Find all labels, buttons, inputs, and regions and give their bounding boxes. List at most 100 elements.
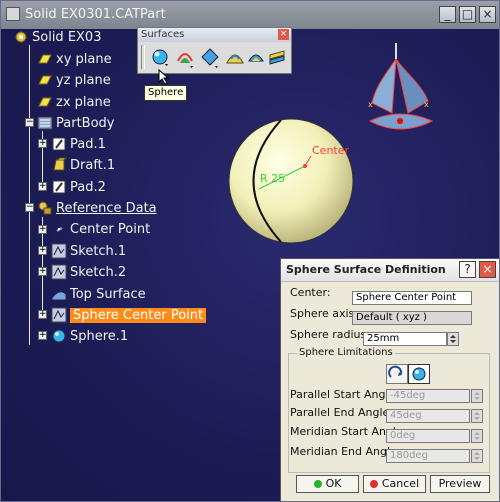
part-document-icon xyxy=(6,7,20,21)
help-button[interactable]: ? xyxy=(459,261,476,278)
window-titlebar[interactable]: Solid EX0301.CATPart _ □ × xyxy=(1,1,499,29)
sphere-radius-field[interactable]: 25mm xyxy=(363,332,447,346)
preview-button[interactable]: Preview xyxy=(430,475,490,493)
expand-toggle[interactable]: + xyxy=(38,182,47,191)
ok-icon xyxy=(313,480,322,488)
tree-item-label: Sketch.1 xyxy=(70,243,127,259)
ok-label: OK xyxy=(325,477,342,490)
surfaces-toolbar[interactable]: Surfaces × xyxy=(137,27,292,74)
toolbar-grip[interactable] xyxy=(141,45,145,69)
divider xyxy=(281,281,499,282)
tree-item-label: xy plane xyxy=(56,51,112,67)
tree-item-label: Pad.2 xyxy=(70,179,106,195)
fill-tool-button[interactable] xyxy=(246,45,266,69)
meridian-end-field[interactable]: 180deg xyxy=(386,449,470,463)
tree-item-top-surface[interactable]: Top Surface xyxy=(51,285,146,303)
toolbar-close-button[interactable]: × xyxy=(278,29,289,40)
tree-item-label: Sphere Center Point xyxy=(70,307,207,323)
dialog-title: Sphere Surface Definition xyxy=(286,263,446,276)
sphere-preview[interactable] xyxy=(221,111,361,251)
window-title: Solid EX0301.CATPart xyxy=(25,7,166,22)
minimize-button[interactable]: _ xyxy=(439,6,456,23)
radius-label[interactable]: R 25 xyxy=(260,172,285,185)
plane-icon xyxy=(38,75,52,85)
sphere-tool-button[interactable] xyxy=(150,45,170,69)
tree-item-label: Reference Data xyxy=(56,200,157,216)
blend-tool-button[interactable] xyxy=(267,45,287,69)
tree-item-center-point[interactable]: Center Point xyxy=(51,220,150,238)
gear-icon xyxy=(15,31,27,43)
meridian-end-label: Meridian End Angle: xyxy=(290,445,401,458)
expand-toggle[interactable]: + xyxy=(38,139,47,148)
tree-item-sketch-2[interactable]: Sketch.2 xyxy=(51,263,126,281)
surface-icon xyxy=(51,291,67,301)
tree-item-pad-2[interactable]: Pad.2 xyxy=(51,178,106,196)
expand-toggle[interactable]: + xyxy=(38,331,47,340)
tree-item-zx-plane[interactable]: zx plane xyxy=(37,93,111,111)
partbody-icon xyxy=(37,116,53,130)
center-field[interactable]: Sphere Center Point xyxy=(352,291,472,305)
partial-sphere-option-button[interactable] xyxy=(386,364,408,384)
expand-toggle[interactable]: + xyxy=(38,225,47,234)
parallel-start-spinner[interactable] xyxy=(471,389,483,403)
tree-item-yz-plane[interactable]: yz plane xyxy=(37,71,111,89)
close-button[interactable]: × xyxy=(479,6,496,23)
tree-item-label: Sketch.2 xyxy=(70,264,127,280)
expand-toggle[interactable]: + xyxy=(38,267,47,276)
collapse-toggle[interactable]: − xyxy=(25,118,34,127)
tree-item-xy-plane[interactable]: xy plane xyxy=(37,50,112,68)
cancel-label: Cancel xyxy=(381,477,420,490)
tree-item-partbody[interactable]: PartBody xyxy=(37,114,114,132)
dialog-titlebar[interactable]: Sphere Surface Definition ? × xyxy=(281,259,499,282)
tree-item-draft-1[interactable]: Draft.1 xyxy=(51,156,115,174)
meridian-start-spinner[interactable] xyxy=(471,429,483,443)
tree-item-pad-1[interactable]: Pad.1 xyxy=(51,135,106,153)
pad-icon xyxy=(52,137,66,151)
sketch-icon xyxy=(51,243,67,259)
parallel-end-field[interactable]: 45deg xyxy=(386,409,470,423)
tree-item-label: PartBody xyxy=(56,115,115,131)
tree-item-label: Center Point xyxy=(70,221,151,237)
sweep-tool-button[interactable] xyxy=(225,45,245,69)
dialog-close-button[interactable]: × xyxy=(479,261,496,278)
tree-root-label: Solid EX03 xyxy=(32,29,102,45)
maximize-button[interactable]: □ xyxy=(459,6,476,23)
parallel-start-field[interactable]: -45deg xyxy=(386,389,470,403)
ok-button[interactable]: OK xyxy=(296,475,359,493)
plane-icon xyxy=(38,54,52,64)
tree-item-sketch-1[interactable]: Sketch.1 xyxy=(51,242,126,260)
extrude-tool-button[interactable] xyxy=(175,45,195,69)
expand-toggle[interactable]: + xyxy=(38,310,47,319)
tree-item-sphere-center-point[interactable]: Sphere Center Point xyxy=(51,306,207,324)
tree-root[interactable]: Solid EX03 xyxy=(13,28,101,46)
offset-tool-button[interactable] xyxy=(200,45,220,69)
parallel-end-spinner[interactable] xyxy=(471,409,483,423)
tree-item-label: zx plane xyxy=(56,94,111,110)
parallel-start-label: Parallel Start Angle: xyxy=(290,388,399,401)
parallel-end-label: Parallel End Angle: xyxy=(290,406,393,419)
svg-text:x: x xyxy=(368,100,373,109)
tree-trunk-line xyxy=(29,45,30,345)
center-field-label: Center: xyxy=(290,286,331,299)
tree-item-label: Sphere.1 xyxy=(70,328,129,344)
meridian-end-spinner[interactable] xyxy=(471,449,483,463)
point-icon xyxy=(56,227,63,232)
toolbar-title[interactable]: Surfaces xyxy=(138,28,291,42)
expand-toggle[interactable]: + xyxy=(38,246,47,255)
cancel-button[interactable]: Cancel xyxy=(363,475,426,493)
sketch-icon xyxy=(51,264,67,280)
collapse-toggle[interactable]: − xyxy=(25,203,34,212)
complete-sphere-option-button[interactable] xyxy=(408,364,430,384)
sphere-axis-field[interactable]: Default ( xyz ) xyxy=(352,311,472,325)
sphere-radius-spinner[interactable] xyxy=(447,332,459,346)
center-label[interactable]: Center xyxy=(312,144,349,157)
compass[interactable]: x x xyxy=(366,41,438,141)
meridian-start-field[interactable]: 0deg xyxy=(386,429,470,443)
tree-item-reference-data[interactable]: Reference Data xyxy=(37,199,157,217)
svg-text:x: x xyxy=(424,100,429,109)
catia-window: Solid EX0301.CATPart _ □ × Solid EX03 xy… xyxy=(0,0,500,502)
sphere-limitations-title: Sphere Limitations xyxy=(297,347,395,358)
cancel-icon xyxy=(369,480,378,488)
point-icon xyxy=(51,307,67,323)
tree-item-sphere-1[interactable]: Sphere.1 xyxy=(51,327,128,345)
